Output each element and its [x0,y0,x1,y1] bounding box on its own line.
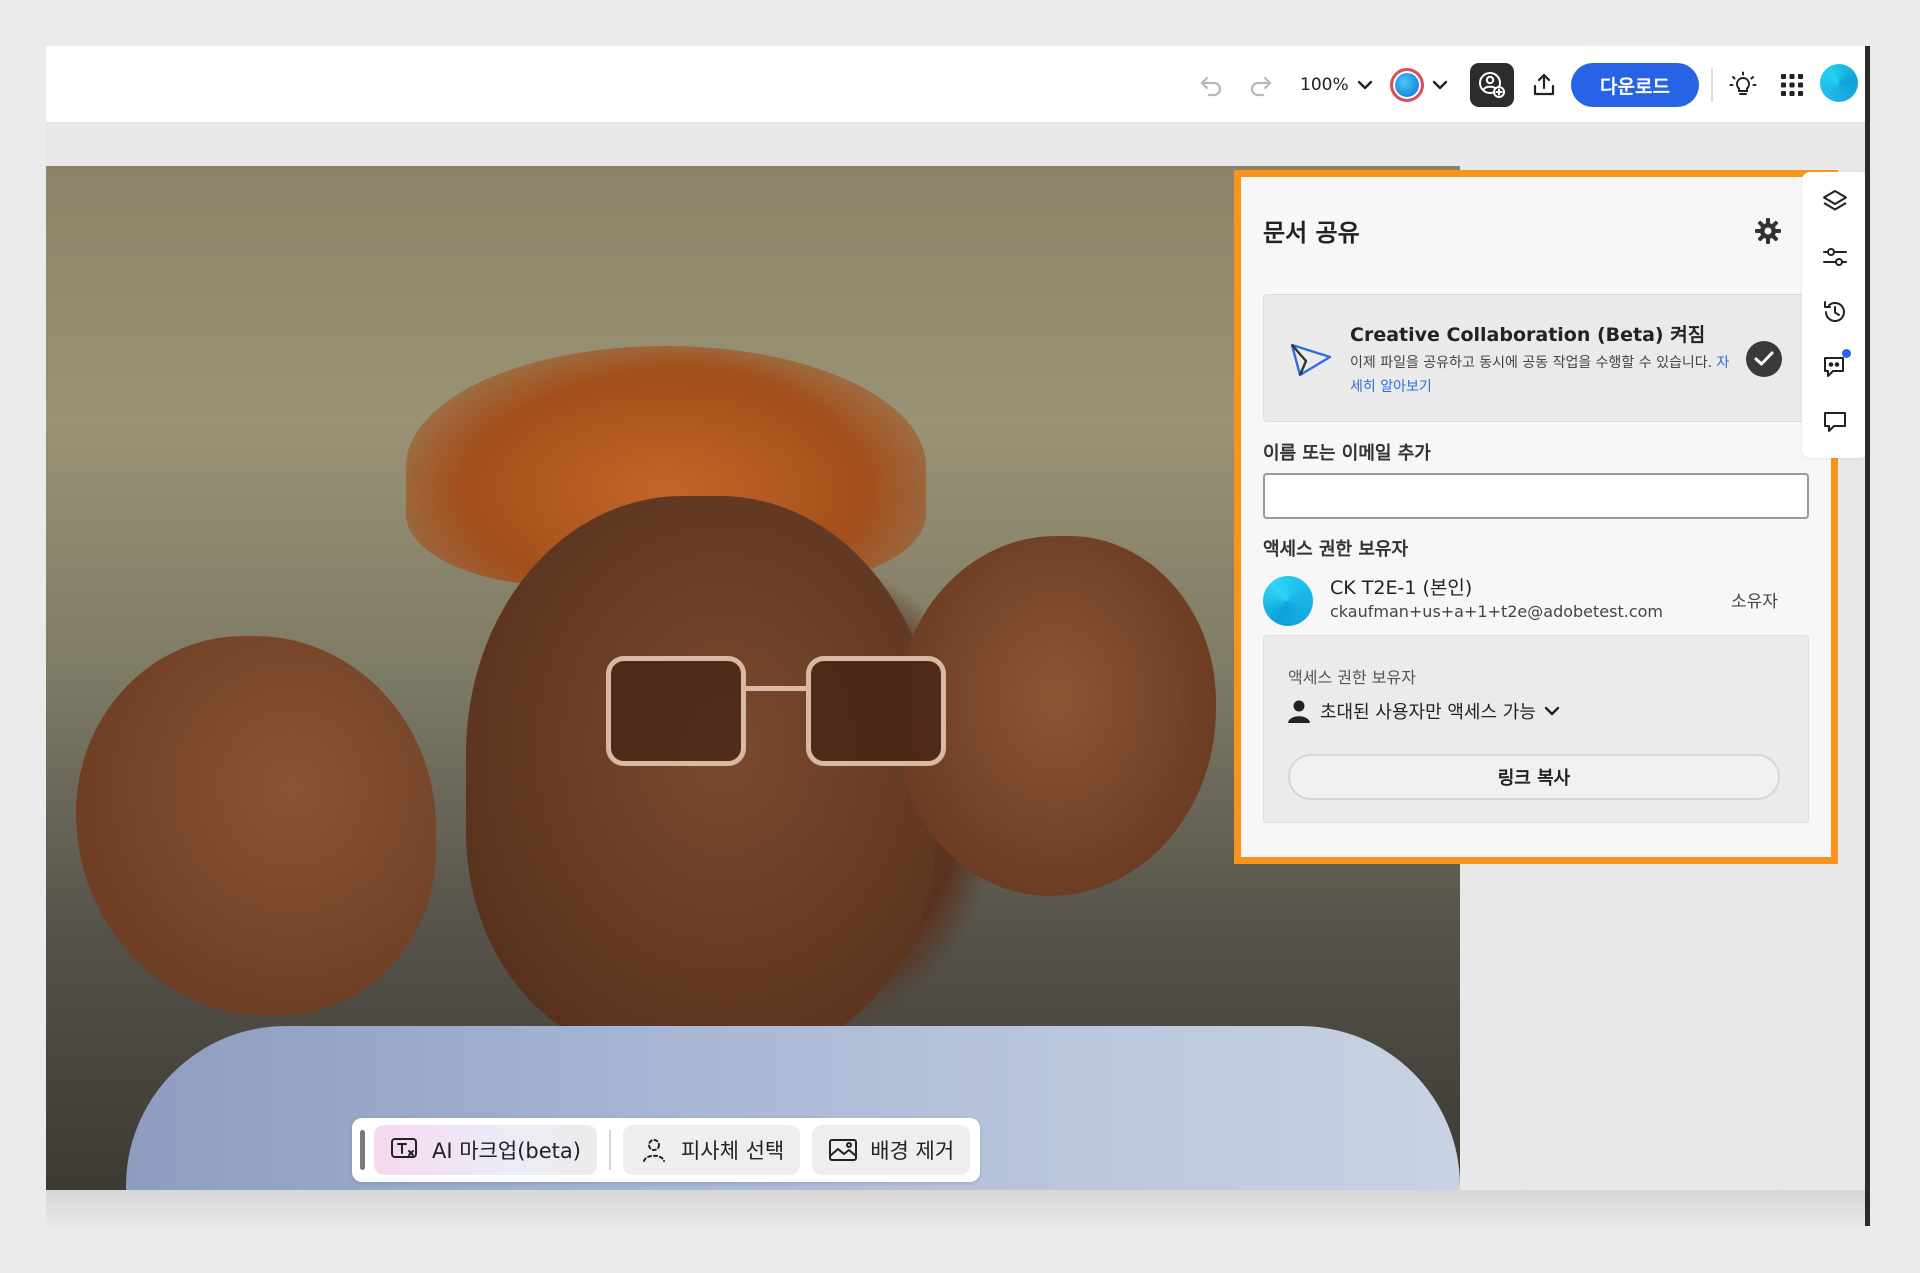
photo-glasses-left [606,656,746,766]
link-access-label: 액세스 권한 보유자 [1288,668,1416,687]
redo-button[interactable] [1244,68,1278,102]
add-people-input[interactable] [1263,473,1809,519]
remove-background-button[interactable]: 배경 제거 [812,1125,971,1175]
adjustments-button[interactable] [1819,241,1851,273]
history-icon [1824,301,1845,322]
canvas-bottom-shadow [46,1190,1870,1226]
add-people-label: 이름 또는 이메일 추가 [1263,443,1431,464]
link-access-selected: 초대된 사용자만 액세스 가능 [1320,702,1536,723]
right-rail [1802,172,1868,458]
app-window: 100% 다운로드 AI 마크업(beta) 피사체 선택 배경 제거 문서 공… [46,46,1870,1226]
download-button[interactable]: 다운로드 [1571,63,1699,107]
chevron-down-icon [1432,80,1448,90]
user-avatar[interactable] [1820,64,1858,102]
ai-markup-button[interactable]: AI 마크업(beta) [374,1125,597,1175]
share-upload-icon [1533,73,1555,96]
collaborate-icon [1479,72,1505,98]
zoom-dropdown[interactable]: 100% [1300,70,1373,100]
remove-background-icon [829,1139,858,1161]
apps-button[interactable] [1773,66,1811,104]
member-avatar [1263,576,1313,626]
quick-actions-divider [608,1130,611,1170]
photo-hand-left [76,636,436,1016]
undo-icon [1200,76,1222,97]
person-icon [1288,700,1310,723]
collab-enabled-check [1746,341,1782,377]
undo-button[interactable] [1194,68,1228,102]
color-picker[interactable] [1390,66,1448,104]
layers-button[interactable] [1819,186,1851,218]
member-name: CK T2E-1 (본인) [1330,577,1473,599]
toolbar-divider [1711,68,1713,102]
panel-title: 문서 공유 [1263,219,1360,247]
chevron-down-icon [1544,706,1560,716]
remove-background-label: 배경 제거 [870,1139,955,1163]
zoom-level: 100% [1300,75,1349,95]
adjustments-icon [1823,248,1847,266]
ai-markup-icon [391,1138,417,1158]
history-button[interactable] [1819,296,1851,328]
photo-glasses-right [806,656,946,766]
member-role: 소유자 [1731,592,1778,612]
select-subject-button[interactable]: 피사체 선택 [622,1125,801,1175]
quick-actions-bar: AI 마크업(beta) 피사체 선택 배경 제거 [352,1118,981,1182]
gear-icon [1755,218,1781,244]
lightbulb-icon [1729,71,1757,95]
chevron-down-icon [1357,80,1372,90]
checkmark-icon [1754,351,1774,366]
top-toolbar: 100% 다운로드 [46,46,1870,123]
share-document-panel: 문서 공유 Creative Collaboration (Beta) 켜짐 이… [1234,170,1838,864]
redo-icon [1250,76,1272,97]
canvas-gap [46,123,1870,166]
paper-plane-icon [1290,343,1332,377]
color-swatch-icon [1390,68,1424,102]
export-share-button[interactable] [1525,66,1563,104]
link-access-dropdown[interactable]: 초대된 사용자만 액세스 가능 [1286,698,1560,724]
photo-glasses-bridge [746,686,806,691]
link-access-box: 액세스 권한 보유자 초대된 사용자만 액세스 가능 링크 복사 [1263,635,1809,823]
share-settings-button[interactable] [1754,217,1782,245]
copy-link-button[interactable]: 링크 복사 [1288,754,1780,800]
collab-card-description: 이제 파일을 공유하고 동시에 공동 작업을 수행할 수 있습니다. 자세히 알… [1350,351,1740,399]
apps-grid-icon [1781,74,1803,96]
creative-collaboration-card: Creative Collaboration (Beta) 켜짐 이제 파일을 … [1263,294,1809,422]
ai-markup-label: AI 마크업(beta) [432,1139,581,1163]
comments-button[interactable] [1819,406,1851,438]
access-holders-heading: 액세스 권한 보유자 [1263,539,1409,560]
comment-icon [1824,412,1846,432]
select-subject-label: 피사체 선택 [680,1139,785,1163]
collaborate-button[interactable] [1470,63,1514,107]
photo-face [466,496,936,1056]
select-subject-icon [642,1139,665,1162]
notification-dot [1842,349,1851,358]
member-email: ckaufman+us+a+1+t2e@adobetest.com [1330,602,1664,621]
collab-card-description-text: 이제 파일을 공유하고 동시에 공동 작업을 수행할 수 있습니다. [1350,355,1713,371]
layers-icon [1823,190,1847,211]
collab-card-title: Creative Collaboration (Beta) 켜짐 [1350,324,1706,346]
collab-comments-button[interactable] [1819,349,1851,383]
quick-actions-drag-handle[interactable] [360,1130,365,1170]
tips-button[interactable] [1724,66,1762,104]
